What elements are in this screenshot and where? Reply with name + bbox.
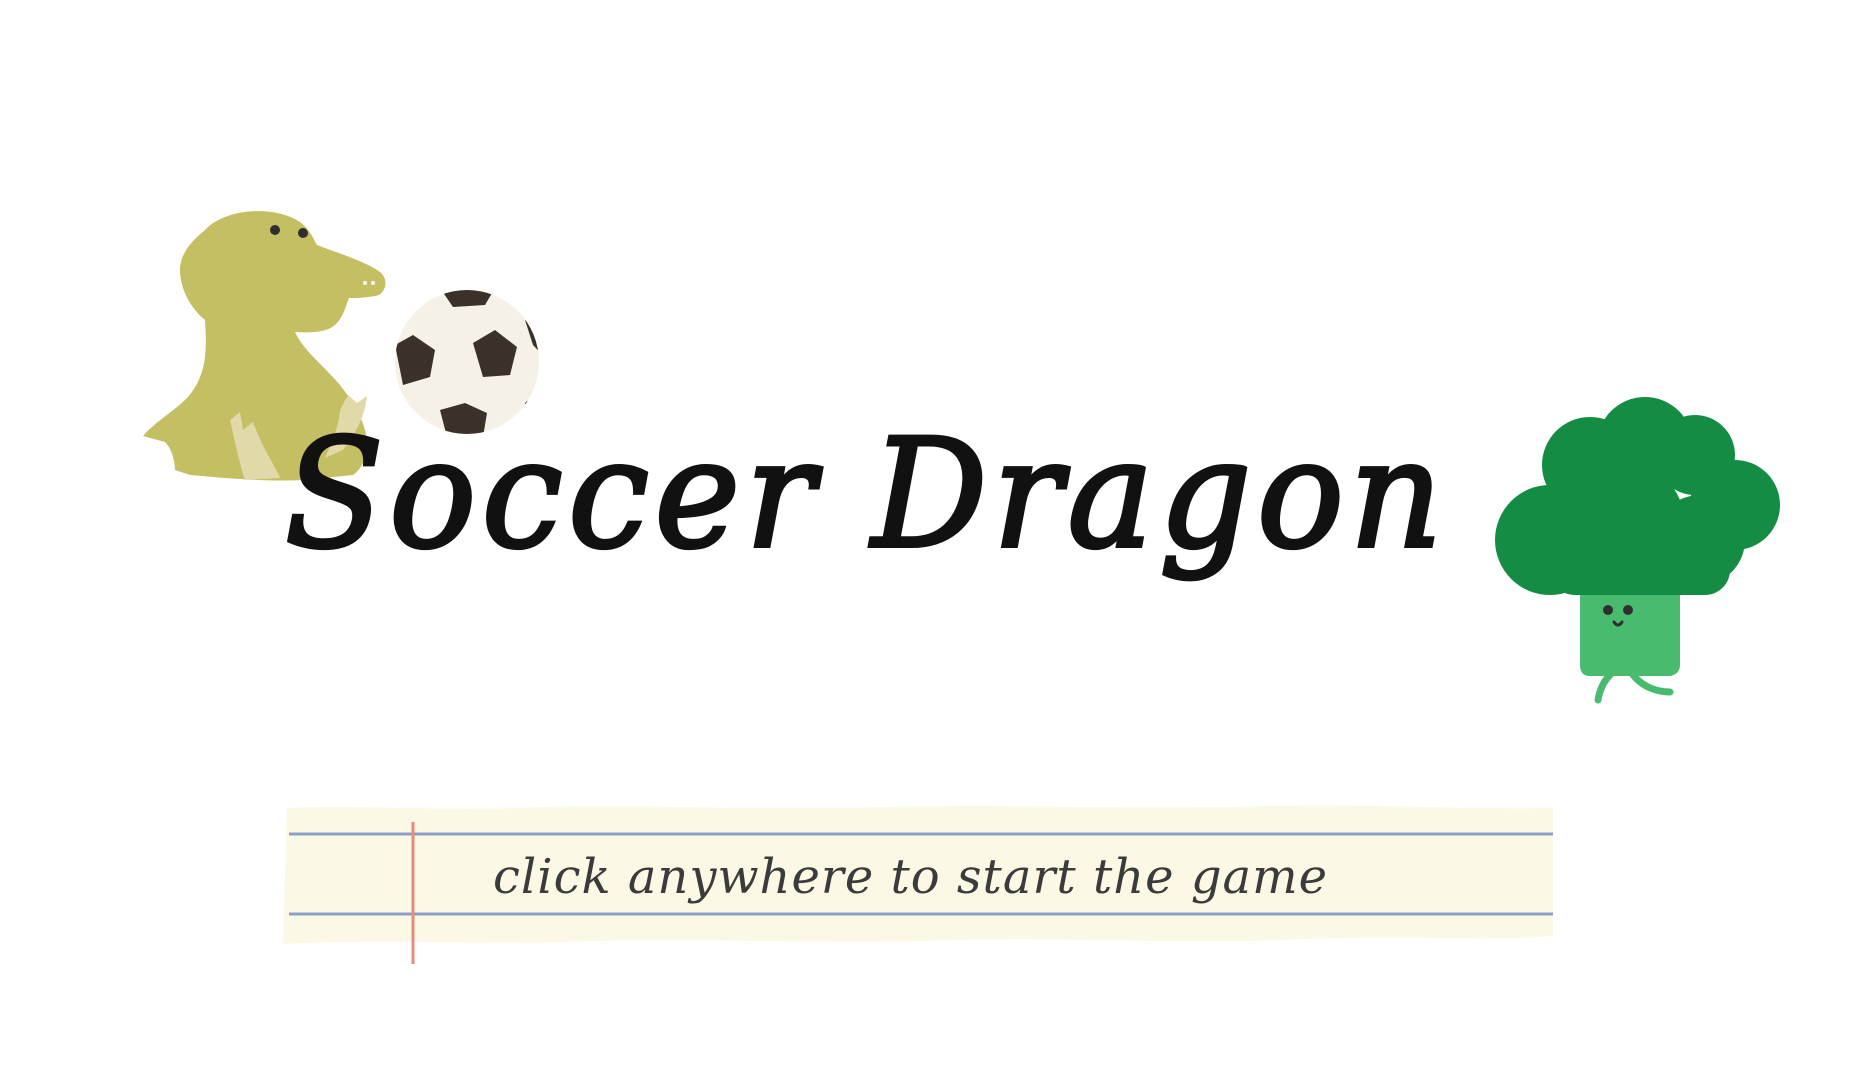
- start-prompt-banner[interactable]: click anywhere to start the game: [283, 804, 1556, 966]
- start-instruction-text: click anywhere to start the game: [493, 849, 1329, 905]
- game-title: Soccer Dragon: [283, 406, 1449, 584]
- game-start-screen[interactable]: Soccer Dragon click anywhere to start th…: [0, 0, 1874, 1081]
